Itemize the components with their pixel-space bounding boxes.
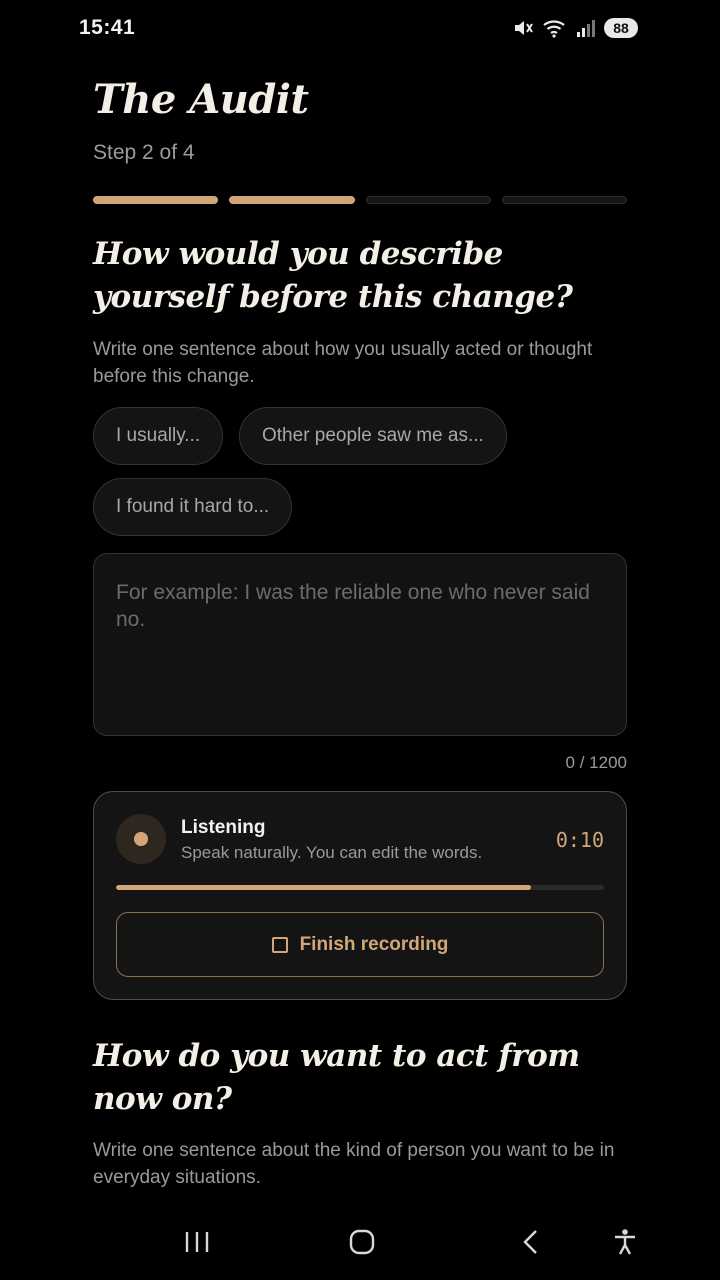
status-icons: 88 [512, 18, 638, 38]
step-progress [93, 196, 627, 204]
step-segment-1 [93, 196, 219, 204]
battery-indicator: 88 [604, 18, 638, 38]
recording-progress-fill [116, 885, 531, 890]
chip-i-usually[interactable]: I usually... [93, 407, 224, 465]
recording-timer: 0:10 [555, 828, 604, 852]
chip-found-hard[interactable]: I found it hard to... [93, 478, 293, 536]
recording-card: Listening Speak naturally. You can edit … [93, 791, 627, 1000]
wifi-icon [542, 18, 568, 38]
status-bar: 15:41 88 [0, 0, 720, 58]
back-icon[interactable] [517, 1228, 545, 1261]
finish-recording-label: Finish recording [299, 933, 449, 955]
question-before-title: How would you describe yourself before t… [93, 236, 573, 315]
page-title: The Audit [93, 76, 309, 123]
chip-others-saw-me[interactable]: Other people saw me as... [239, 407, 507, 465]
finish-recording-button[interactable]: Finish recording [116, 912, 604, 977]
question-after-helper: Write one sentence about the kind of per… [93, 1140, 615, 1188]
mute-icon [512, 18, 534, 38]
recording-indicator [116, 814, 166, 864]
step-indicator: Step 2 of 4 [93, 141, 195, 164]
accessibility-icon[interactable] [611, 1228, 639, 1261]
system-nav-bar [0, 1210, 720, 1280]
status-time: 15:41 [79, 16, 136, 39]
stop-icon [271, 936, 288, 953]
recent-apps-icon[interactable] [183, 1228, 211, 1261]
char-counter: 0 / 1200 [565, 753, 627, 772]
answer-before-textarea[interactable]: For example: I was the reliable one who … [93, 553, 627, 736]
recording-hint: Speak naturally. You can edit the words. [181, 843, 483, 862]
question-after-title: How do you want to act from now on? [93, 1038, 580, 1117]
home-icon[interactable] [348, 1228, 376, 1261]
question-before-helper: Write one sentence about how you usually… [93, 339, 593, 387]
step-segment-2 [229, 196, 355, 204]
step-segment-3 [365, 196, 491, 204]
signal-icon [576, 18, 596, 38]
recording-progress-track [116, 885, 604, 890]
recording-status: Listening [181, 817, 266, 838]
step-segment-4 [501, 196, 627, 204]
record-dot-icon [134, 832, 148, 846]
textarea-placeholder: For example: I was the reliable one who … [116, 581, 590, 631]
